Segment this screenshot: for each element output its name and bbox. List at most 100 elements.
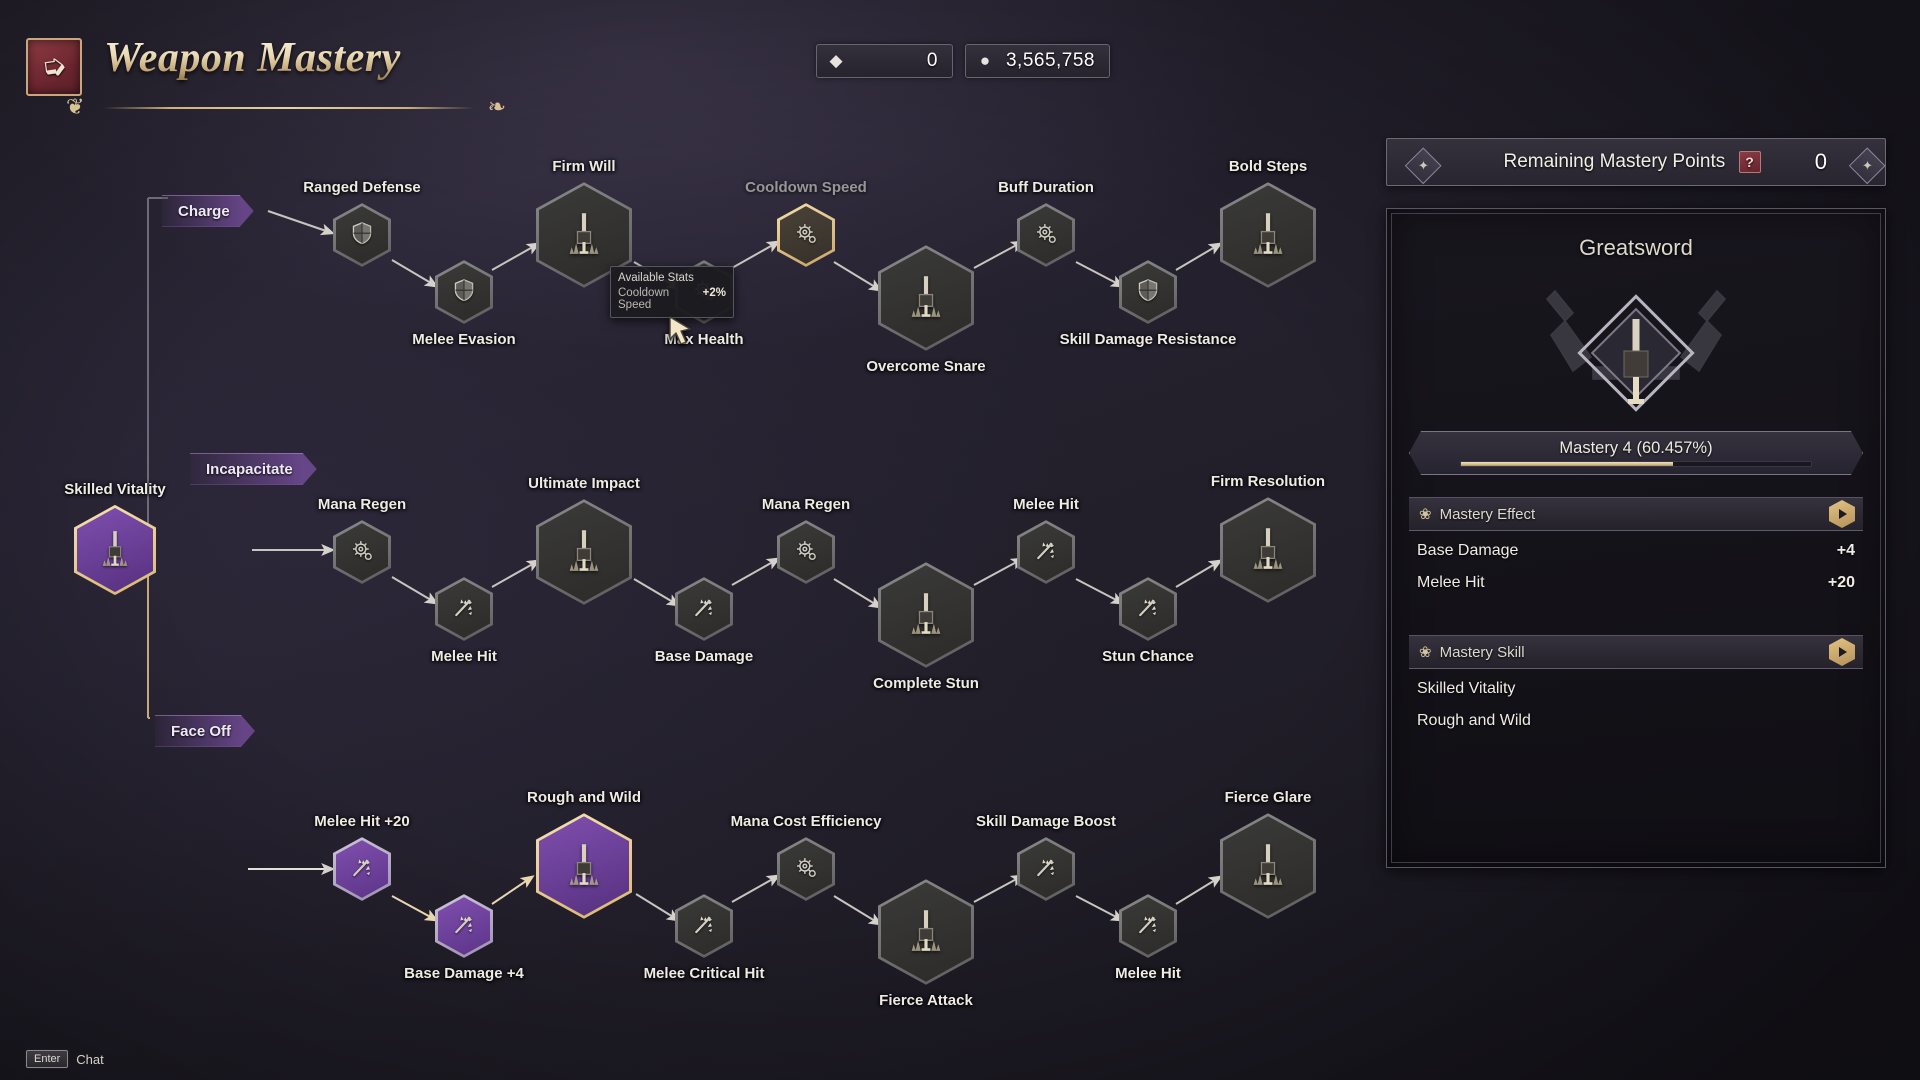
greatsword-icon <box>77 507 153 593</box>
node-hex <box>675 577 733 641</box>
skill-node-skilled-vitality[interactable]: Skilled Vitality <box>64 481 166 596</box>
branch-label-incapacitate[interactable]: Incapacitate <box>190 453 317 485</box>
node-label: Fierce Attack <box>879 991 973 1009</box>
node-hex <box>675 894 733 958</box>
mastery-progress: Mastery 4 (60.457%) <box>1409 431 1863 475</box>
skill-node-cooldown-speed[interactable]: Cooldown Speed <box>745 179 867 267</box>
node-label: Mana Cost Efficiency <box>730 813 882 831</box>
node-label: Melee Hit <box>1115 964 1181 982</box>
gear-icon <box>780 206 832 264</box>
node-hex <box>1220 813 1316 919</box>
skill-node-skill-damage-boost[interactable]: Skill Damage Boost <box>976 813 1116 901</box>
node-label: Cooldown Speed <box>745 179 867 197</box>
skill-node-melee-critical-hit[interactable]: Melee Critical Hit <box>644 894 764 982</box>
currency-mastery-shard[interactable]: ◆ 0 <box>816 44 953 78</box>
node-label: Mana Regen <box>761 496 851 514</box>
detail-row: Skilled Vitality <box>1409 673 1863 705</box>
branch-label-charge[interactable]: Charge <box>162 195 254 227</box>
node-label: Melee Hit <box>431 647 497 665</box>
greatsword-icon <box>539 816 629 916</box>
tooltip-heading: Available Stats <box>618 272 694 284</box>
skill-node-skill-damage-resistance[interactable]: Skill Damage Resistance <box>1060 260 1236 348</box>
skill-node-ultimate-impact[interactable]: Ultimate Impact <box>528 475 640 605</box>
skill-node-base-damage[interactable]: Base Damage <box>655 577 753 665</box>
skill-node-rough-and-wild[interactable]: Rough and Wild <box>527 789 641 919</box>
node-hex <box>878 562 974 668</box>
skill-tree[interactable]: Charge Incapacitate Face Off Skilled Vital… <box>0 120 1390 1020</box>
expand-arrow-icon[interactable] <box>1829 638 1855 666</box>
mastery-detail-panel: ✦ Remaining Mastery Points ? 0 ✦ Greatsw… <box>1386 138 1886 868</box>
node-hex <box>1119 577 1177 641</box>
node-hex <box>1119 894 1177 958</box>
node-label: Fierce Glare <box>1224 789 1312 807</box>
question-mark-icon[interactable]: ? <box>1738 151 1761 173</box>
detail-row: Base Damage +4 <box>1409 535 1863 567</box>
node-hex <box>777 203 835 267</box>
expand-arrow-icon[interactable] <box>1829 500 1855 528</box>
melee-hit-icon <box>438 580 490 638</box>
skill-node-mana-regen[interactable]: Mana Regen <box>318 496 406 584</box>
skill-node-mana-regen[interactable]: Mana Regen <box>762 496 850 584</box>
mastery-progress-track <box>1460 461 1813 467</box>
greatsword-emblem-icon <box>1545 289 1727 412</box>
skill-node-firm-resolution[interactable]: Firm Resolution <box>1211 473 1325 603</box>
section-header-mastery-effect[interactable]: ❀ Mastery Effect <box>1409 497 1863 531</box>
greatsword-icon <box>1223 185 1313 285</box>
skill-node-fierce-attack[interactable]: Fierce Attack <box>878 879 974 1009</box>
skill-node-fierce-glare[interactable]: Fierce Glare <box>1220 789 1316 919</box>
mastery-level-text: Mastery 4 (60.457%) <box>1559 439 1713 457</box>
skill-node-melee-hit-20[interactable]: Melee Hit +20 <box>314 813 410 901</box>
currency-gold[interactable]: ● 3,565,758 <box>965 44 1110 78</box>
node-hex <box>777 520 835 584</box>
diamond-ornament-right-icon: ✦ <box>1848 147 1886 185</box>
greatsword-icon <box>539 502 629 602</box>
skill-node-base-damage-4[interactable]: Base Damage +4 <box>404 894 524 982</box>
chat-hint[interactable]: Enter Chat <box>26 1050 104 1068</box>
skill-node-buff-duration[interactable]: Buff Duration <box>998 179 1094 267</box>
currency-value: 0 <box>926 50 938 71</box>
greatsword-icon <box>1223 816 1313 916</box>
skill-node-melee-evasion[interactable]: Melee Evasion <box>412 260 516 348</box>
skill-node-melee-hit[interactable]: Melee Hit <box>431 577 497 665</box>
skill-node-complete-stun[interactable]: Complete Stun <box>873 562 979 692</box>
detail-row: Rough and Wild <box>1409 705 1863 737</box>
mastery-progress-fill <box>1461 462 1673 466</box>
node-hex <box>878 879 974 985</box>
guild-crest-icon: ➭ <box>26 38 82 96</box>
section-title: Mastery Skill <box>1439 643 1525 661</box>
greatsword-icon <box>881 565 971 665</box>
page-title: Weapon Mastery <box>104 35 401 81</box>
skill-node-stun-chance[interactable]: Stun Chance <box>1102 577 1194 665</box>
skill-node-bold-steps[interactable]: Bold Steps <box>1220 158 1316 288</box>
node-label: Buff Duration <box>998 179 1094 197</box>
fleur-icon: ❀ <box>1419 506 1432 523</box>
branch-label-text: Incapacitate <box>206 460 293 478</box>
detail-row-value: +4 <box>1836 542 1855 559</box>
node-hex <box>435 894 493 958</box>
gold-coin-icon: ● <box>979 51 991 70</box>
node-label: Firm Resolution <box>1210 473 1326 491</box>
node-label: Base Damage +4 <box>404 964 524 982</box>
tooltip-stat-value: +2% <box>702 287 726 299</box>
node-label: Ultimate Impact <box>528 475 640 493</box>
remaining-points-label: Remaining Mastery Points <box>1503 151 1726 172</box>
section-header-mastery-skill[interactable]: ❀ Mastery Skill <box>1409 635 1863 669</box>
skill-node-melee-hit[interactable]: Melee Hit <box>1013 496 1079 584</box>
node-label: Stun Chance <box>1102 647 1194 665</box>
detail-row-label: Rough and Wild <box>1417 712 1531 729</box>
node-label: Skilled Vitality <box>64 480 166 498</box>
skill-node-ranged-defense[interactable]: Ranged Defense <box>303 179 421 267</box>
detail-row-label: Skilled Vitality <box>1417 680 1516 697</box>
branch-label-text: Charge <box>178 202 230 220</box>
node-hex <box>435 577 493 641</box>
skill-node-overcome-snare[interactable]: Overcome Snare <box>866 245 986 375</box>
currency-bar: ◆ 0 ● 3,565,758 <box>816 44 1110 78</box>
node-hex <box>435 260 493 324</box>
skill-node-mana-cost-efficiency[interactable]: Mana Cost Efficiency <box>731 813 881 901</box>
node-hex <box>536 499 632 605</box>
branch-label-face-off[interactable]: Face Off <box>155 715 255 747</box>
remaining-mastery-points-bar: ✦ Remaining Mastery Points ? 0 ✦ <box>1386 138 1886 186</box>
node-label: Overcome Snare <box>866 357 986 375</box>
skill-node-melee-hit[interactable]: Melee Hit <box>1115 894 1181 982</box>
node-label: Skill Damage Boost <box>975 813 1117 831</box>
